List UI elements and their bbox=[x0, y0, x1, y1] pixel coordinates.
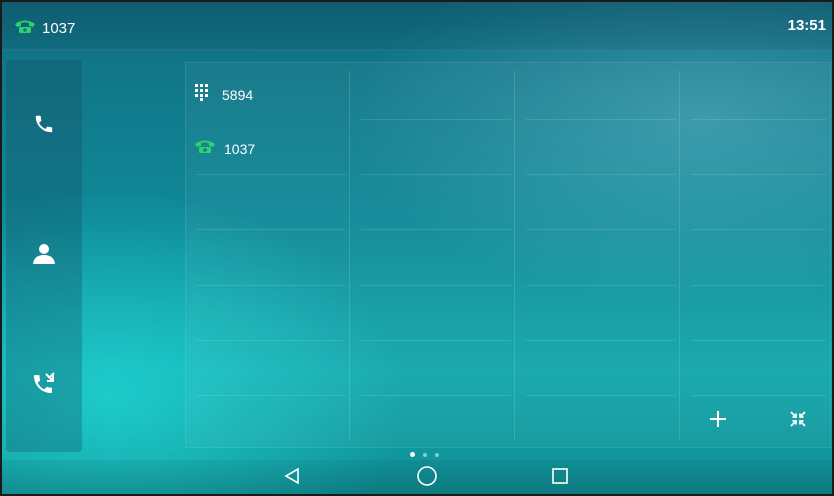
row-divider bbox=[526, 395, 676, 396]
green-handset-icon bbox=[14, 18, 36, 39]
dsskey-panel: 5894 1037 bbox=[185, 62, 831, 448]
recents-icon bbox=[551, 467, 569, 490]
row-divider bbox=[361, 119, 511, 120]
green-handset-icon bbox=[194, 138, 216, 159]
column-divider bbox=[514, 71, 515, 441]
row-divider bbox=[691, 229, 826, 230]
home-button[interactable] bbox=[407, 464, 447, 492]
row-divider bbox=[691, 174, 826, 175]
row-divider bbox=[691, 340, 826, 341]
row-divider bbox=[361, 395, 511, 396]
row-divider bbox=[691, 395, 826, 396]
registered-line[interactable]: 1037 bbox=[14, 18, 75, 39]
status-bar: 1037 13:51 bbox=[2, 2, 832, 50]
add-button[interactable] bbox=[698, 401, 738, 441]
line-number: 1037 bbox=[42, 20, 76, 37]
collapse-icon bbox=[789, 410, 807, 433]
contacts-icon bbox=[32, 243, 56, 270]
row-divider bbox=[196, 285, 346, 286]
column-divider bbox=[679, 71, 680, 441]
back-icon bbox=[283, 467, 301, 490]
column-divider bbox=[349, 71, 350, 441]
row-divider bbox=[361, 285, 511, 286]
phone-screen: 1037 13:51 5894 1037 bbox=[0, 0, 834, 496]
dialpad-icon bbox=[194, 83, 214, 106]
row-divider bbox=[361, 340, 511, 341]
recents-button[interactable] bbox=[540, 464, 580, 492]
dsskey-label: 1037 bbox=[224, 140, 256, 157]
row-divider bbox=[691, 119, 826, 120]
back-button[interactable] bbox=[272, 464, 312, 492]
call-history-icon bbox=[32, 371, 56, 400]
page-dot bbox=[435, 452, 439, 457]
row-divider bbox=[526, 174, 676, 175]
collapse-button[interactable] bbox=[778, 401, 818, 441]
row-divider bbox=[196, 229, 346, 230]
sidebar-item-phone[interactable] bbox=[6, 101, 82, 151]
row-divider bbox=[526, 285, 676, 286]
navigation-bar bbox=[2, 460, 832, 494]
row-divider bbox=[526, 119, 676, 120]
row-divider bbox=[196, 395, 346, 396]
page-indicator bbox=[410, 452, 439, 457]
sidebar-item-call-history[interactable] bbox=[6, 360, 82, 410]
row-divider bbox=[526, 229, 676, 230]
sidebar bbox=[6, 60, 82, 452]
row-divider bbox=[361, 174, 511, 175]
row-divider bbox=[361, 229, 511, 230]
row-divider bbox=[196, 174, 346, 175]
add-icon bbox=[709, 410, 727, 433]
row-divider bbox=[196, 340, 346, 341]
sidebar-item-contacts[interactable] bbox=[6, 231, 82, 281]
row-divider bbox=[526, 340, 676, 341]
row-divider bbox=[691, 285, 826, 286]
page-dot-active bbox=[410, 452, 415, 457]
phone-icon bbox=[33, 113, 55, 140]
home-icon bbox=[416, 465, 438, 492]
page-dot bbox=[423, 452, 427, 457]
dsskey-label: 5894 bbox=[222, 86, 254, 103]
dsskey-line[interactable]: 1037 bbox=[194, 138, 255, 159]
dsskey-speed-dial[interactable]: 5894 bbox=[194, 83, 253, 106]
clock: 13:51 bbox=[787, 17, 826, 34]
